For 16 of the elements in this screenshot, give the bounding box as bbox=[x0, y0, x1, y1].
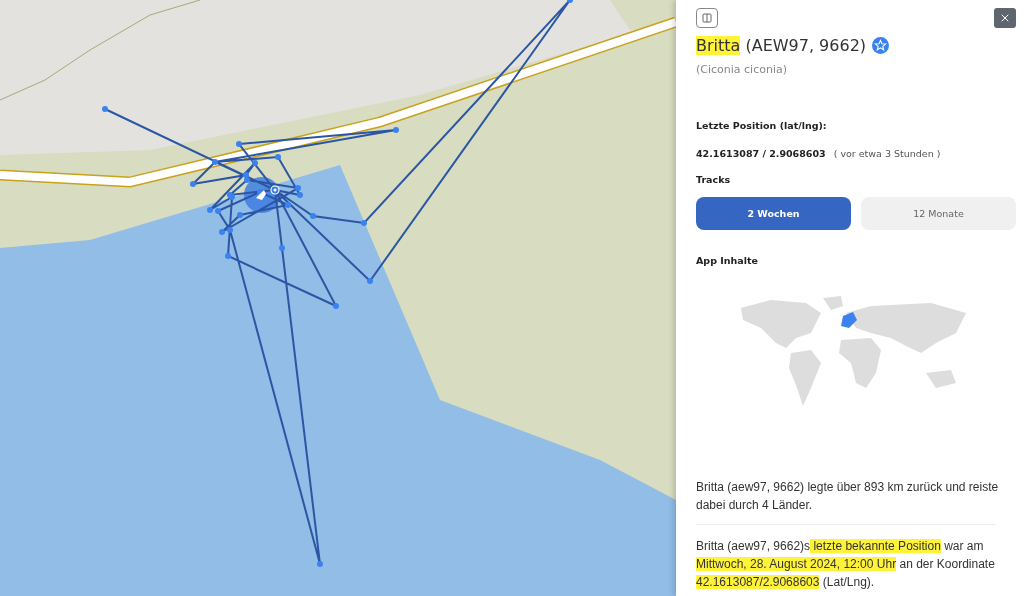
close-icon bbox=[999, 12, 1011, 24]
star-icon[interactable] bbox=[872, 37, 890, 54]
animal-title: Britta (AEW97, 9662) bbox=[696, 36, 867, 55]
summary-paragraph: Britta (aew97, 9662)s letzte bekannte Position war am Mittwoch, 28. August 2024, 12:00 Uhr an der Koordinate 42.1613087/2.9068603 (Lat/Lng). bbox=[696, 538, 996, 591]
track-range-tab[interactable]: 2 Wochen bbox=[696, 197, 851, 230]
panel-icon bbox=[702, 13, 712, 23]
app-content-label: App Inhalte bbox=[696, 255, 759, 266]
track-range-tab[interactable]: 12 Monate bbox=[861, 197, 1016, 230]
panel-toggle-button[interactable] bbox=[696, 8, 718, 28]
coordinates: 42.1613087 / 2.9068603 bbox=[696, 148, 826, 159]
last-position-label: Letzte Position (lat/lng): bbox=[696, 120, 828, 131]
time-ago: ( vor etwa 3 Stunden ) bbox=[833, 148, 941, 159]
close-button[interactable] bbox=[994, 8, 1016, 28]
tracks-label: Tracks bbox=[696, 174, 732, 185]
summary-paragraph: Britta (aew97, 9662) legte über 893 km zurück und reiste dabei durch 4 Länder. bbox=[696, 479, 1000, 514]
species-name: (Ciconia ciconia) bbox=[696, 63, 788, 76]
